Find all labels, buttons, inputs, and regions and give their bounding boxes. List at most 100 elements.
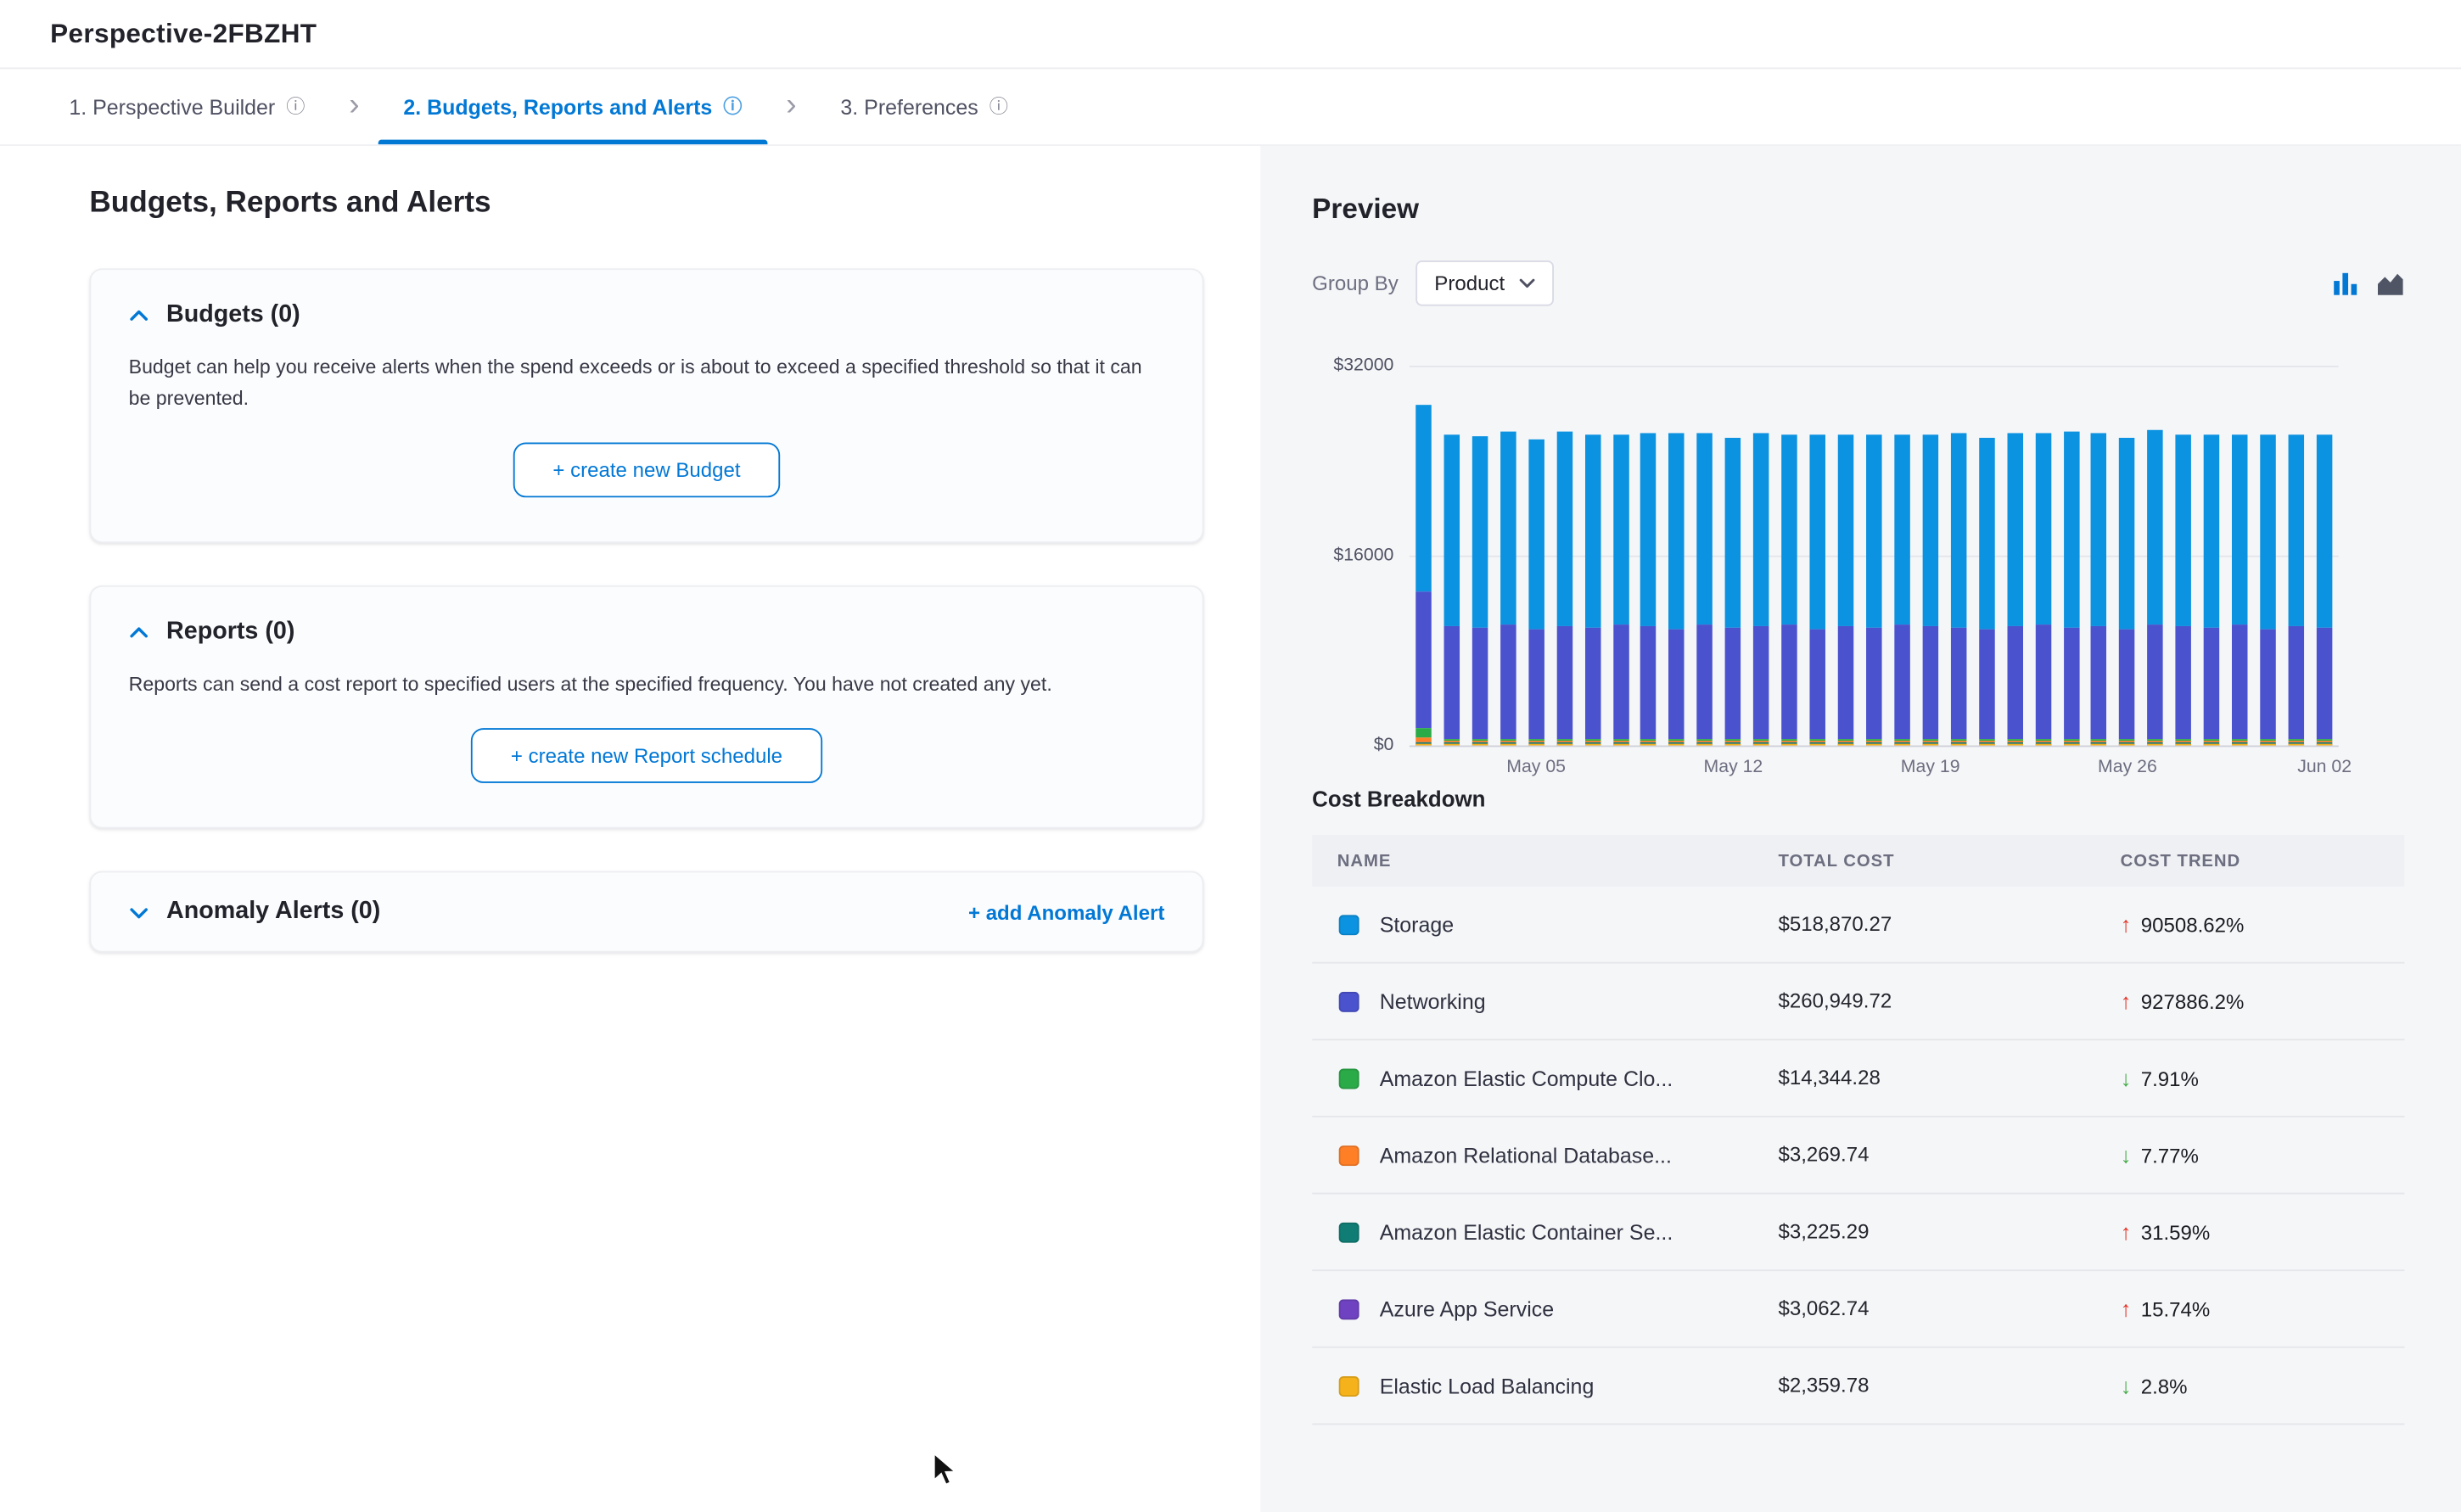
chart-bar <box>2001 366 2029 746</box>
trend-arrow-icon: ↑ <box>2121 912 2132 938</box>
table-row: Storage $518,870.27 ↑ 90508.62% <box>1312 887 2404 964</box>
x-tick-label: May 12 <box>1704 758 1763 776</box>
chart-bar <box>2085 366 2113 746</box>
x-tick-label: May 19 <box>1901 758 1960 776</box>
row-trend-value: 7.77% <box>2141 1143 2199 1167</box>
header-cost-trend: COST TREND <box>2110 851 2405 870</box>
table-row: Elastic Load Balancing $2,359.78 ↓ 2.8% <box>1312 1348 2404 1425</box>
chart-bar <box>1606 366 1634 746</box>
group-by-dropdown[interactable]: Product <box>1415 260 1553 306</box>
trend-arrow-icon: ↓ <box>2121 1142 2132 1168</box>
chart-plot: May 05May 12May 19May 26Jun 02 <box>1410 366 2339 746</box>
chart-bar <box>2226 366 2254 746</box>
info-icon[interactable]: ⓘ <box>286 98 305 116</box>
create-report-schedule-button[interactable]: + create new Report schedule <box>472 728 822 783</box>
chevron-right-icon: › <box>767 66 816 144</box>
budgets-description: Budget can help you receive alerts when … <box>129 351 1162 414</box>
row-total-cost: $14,344.28 <box>1778 1066 1880 1089</box>
info-icon[interactable]: ⓘ <box>989 98 1008 116</box>
chart-bar <box>1578 366 1606 746</box>
chart-bar <box>1494 366 1522 746</box>
tab-label: 2. Budgets, Reports and Alerts <box>403 95 712 119</box>
x-tick-label: May 05 <box>1506 758 1566 776</box>
trend-arrow-icon: ↑ <box>2121 1296 2132 1322</box>
budgets-card-title: Budgets (0) <box>166 301 300 329</box>
main-content: Budgets, Reports and Alerts Budgets (0) … <box>0 146 2461 1512</box>
config-pane: Budgets, Reports and Alerts Budgets (0) … <box>0 146 1260 1512</box>
preview-title: Preview <box>1312 193 2404 226</box>
tab-perspective-builder[interactable]: 1. Perspective Builder ⓘ <box>44 69 330 144</box>
series-color-swatch <box>1339 1145 1359 1165</box>
trend-arrow-icon: ↓ <box>2121 1373 2132 1398</box>
anomaly-card-header[interactable]: Anomaly Alerts (0) <box>129 898 381 926</box>
trend-arrow-icon: ↑ <box>2121 988 2132 1014</box>
row-name: Amazon Relational Database... <box>1380 1143 1672 1167</box>
chart-bar <box>2198 366 2226 746</box>
row-total-cost: $3,225.29 <box>1778 1219 1869 1243</box>
table-row: Azure App Service $3,062.74 ↑ 15.74% <box>1312 1271 2404 1348</box>
y-tick-label: $16000 <box>1333 546 1393 565</box>
cost-breakdown-title: Cost Breakdown <box>1312 787 2404 812</box>
chart-bar <box>2057 366 2085 746</box>
table-row: Networking $260,949.72 ↑ 927886.2% <box>1312 964 2404 1041</box>
tab-budgets-reports-alerts[interactable]: 2. Budgets, Reports and Alerts ⓘ <box>378 69 767 144</box>
series-color-swatch <box>1339 1375 1359 1396</box>
table-row: Amazon Elastic Container Se... $3,225.29… <box>1312 1194 2404 1271</box>
chart-bar <box>1860 366 1888 746</box>
tab-preferences[interactable]: 3. Preferences ⓘ <box>816 69 1034 144</box>
chevron-up-icon <box>129 305 149 326</box>
chart-bar <box>1747 366 1775 746</box>
info-icon[interactable]: ⓘ <box>723 98 742 116</box>
row-name: Amazon Elastic Compute Clo... <box>1380 1067 1673 1090</box>
x-axis-line <box>1410 746 2339 748</box>
row-trend-value: 2.8% <box>2141 1374 2188 1397</box>
header-name: NAME <box>1312 851 1769 870</box>
top-header: Perspective-2FBZHT <box>0 0 2461 69</box>
chart-bar <box>2254 366 2282 746</box>
reports-card-header[interactable]: Reports (0) <box>129 619 1165 647</box>
chart-bar <box>1972 366 2000 746</box>
chart-bar <box>1831 366 1859 746</box>
row-name: Azure App Service <box>1380 1297 1554 1321</box>
row-name: Networking <box>1380 989 1486 1013</box>
row-total-cost: $518,870.27 <box>1778 912 1892 936</box>
anomaly-card-title: Anomaly Alerts (0) <box>166 898 380 926</box>
series-color-swatch <box>1339 1068 1359 1089</box>
table-body: Storage $518,870.27 ↑ 90508.62% Networki… <box>1312 887 2404 1425</box>
row-total-cost: $260,949.72 <box>1778 988 1892 1012</box>
header-total-cost: TOTAL COST <box>1769 851 2109 870</box>
row-trend-value: 15.74% <box>2141 1297 2211 1321</box>
area-chart-icon[interactable] <box>2376 271 2404 296</box>
x-tick-label: May 26 <box>2098 758 2157 776</box>
chart-bar <box>2113 366 2141 746</box>
chart-bar <box>1466 366 1494 746</box>
row-name: Amazon Elastic Container Se... <box>1380 1220 1673 1244</box>
create-budget-button[interactable]: + create new Budget <box>513 443 780 498</box>
anomaly-alerts-card: Anomaly Alerts (0) + add Anomaly Alert <box>89 871 1203 952</box>
bar-chart-icon[interactable] <box>2332 271 2358 296</box>
budgets-card-header[interactable]: Budgets (0) <box>129 301 1165 329</box>
chart-bar <box>1916 366 1944 746</box>
cost-breakdown-table: NAME TOTAL COST COST TREND Storage $518,… <box>1312 835 2404 1425</box>
series-color-swatch <box>1339 1298 1359 1319</box>
chart-y-axis: $32000 $16000 $0 <box>1312 366 1410 746</box>
chart-bar <box>2282 366 2310 746</box>
y-tick-label: $0 <box>1374 736 1394 754</box>
group-by-value: Product <box>1434 272 1505 295</box>
series-color-swatch <box>1339 914 1359 934</box>
row-name: Elastic Load Balancing <box>1380 1374 1595 1397</box>
series-color-swatch <box>1339 991 1359 1011</box>
x-tick-label: Jun 02 <box>2297 758 2352 776</box>
chart-bar <box>2141 366 2169 746</box>
row-total-cost: $3,269.74 <box>1778 1142 1869 1166</box>
trend-arrow-icon: ↓ <box>2121 1066 2132 1091</box>
add-anomaly-alert-button[interactable]: + add Anomaly Alert <box>968 900 1164 924</box>
chart-bar <box>1662 366 1690 746</box>
table-row: Amazon Relational Database... $3,269.74 … <box>1312 1117 2404 1195</box>
group-by-label: Group By <box>1312 272 1399 295</box>
chart-bar <box>1522 366 1550 746</box>
row-total-cost: $2,359.78 <box>1778 1373 1869 1397</box>
section-heading: Budgets, Reports and Alerts <box>89 187 1203 221</box>
chart-bar <box>1775 366 1803 746</box>
row-trend-value: 90508.62% <box>2141 912 2245 936</box>
